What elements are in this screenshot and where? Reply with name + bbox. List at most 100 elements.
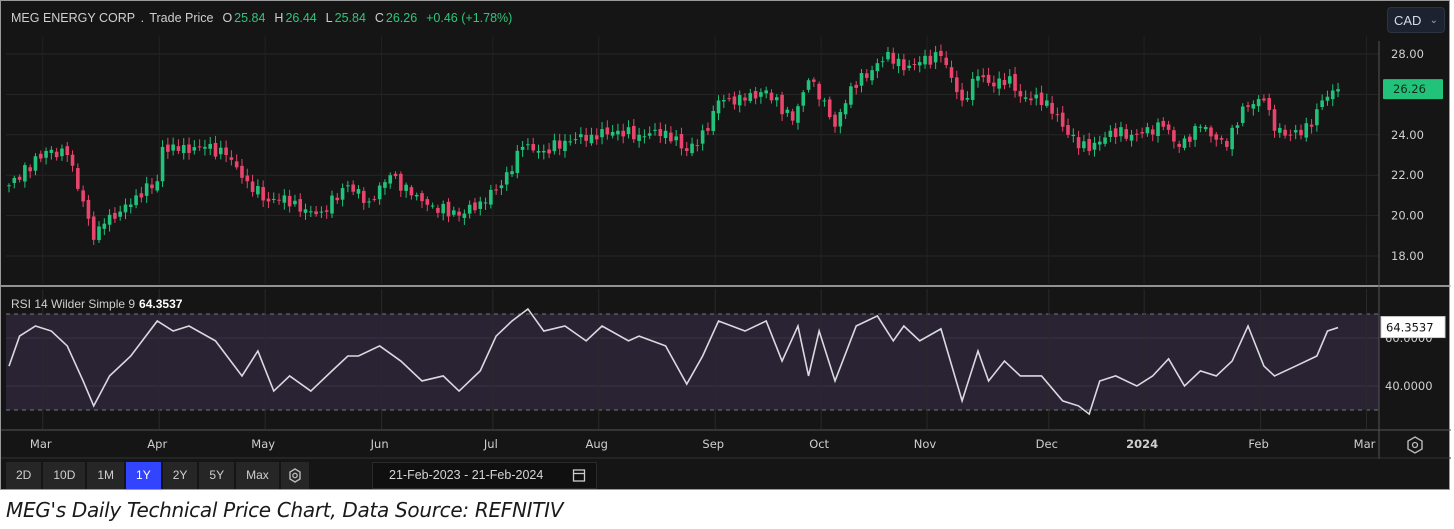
candle [266, 192, 271, 209]
range-1m-button[interactable]: 1M [87, 462, 125, 489]
candle [1097, 135, 1102, 151]
candle [663, 124, 668, 144]
candle [986, 67, 991, 86]
currency-select[interactable]: CAD ⌄ [1387, 7, 1445, 33]
range-2y-button[interactable]: 2Y [162, 462, 198, 489]
candle [1002, 72, 1007, 90]
candle [499, 179, 504, 196]
candle-body [759, 92, 763, 97]
range-2d-button[interactable]: 2D [6, 462, 42, 489]
candle-body [520, 146, 525, 150]
candle-body [250, 181, 255, 192]
candle-body [1007, 76, 1012, 84]
candle [28, 164, 32, 179]
candle-body [12, 177, 17, 183]
candle [594, 128, 599, 145]
date-from: 21-Feb-2023 [389, 468, 461, 482]
candle [801, 89, 806, 112]
candle [1262, 94, 1266, 103]
range-max-button[interactable]: Max [236, 462, 279, 489]
candle-body [637, 134, 641, 141]
candle [859, 69, 864, 93]
candle-body [1097, 141, 1102, 145]
candle-body [854, 84, 858, 88]
candle [303, 203, 308, 220]
candle-body [271, 198, 276, 200]
candle [12, 175, 17, 189]
candle-body [1119, 127, 1123, 137]
range-settings-button[interactable] [280, 462, 309, 489]
candle-body [1187, 136, 1192, 142]
candle [827, 96, 832, 120]
range-1y-button[interactable]: 1Y [126, 462, 161, 489]
candle [1330, 84, 1335, 107]
axis-settings-icon[interactable] [1407, 436, 1423, 454]
candle [97, 221, 101, 243]
candle [526, 138, 530, 151]
candle [160, 140, 165, 188]
candle-body [616, 130, 620, 135]
candle [817, 81, 821, 107]
candle [785, 106, 790, 117]
candle [970, 71, 975, 106]
time-tick-label: May [251, 437, 275, 451]
candle [144, 176, 149, 203]
candle [1018, 84, 1023, 103]
candle-body [785, 109, 790, 113]
candle-body [1166, 124, 1171, 130]
candle-body [399, 173, 403, 191]
candle-body [197, 146, 202, 148]
candle [997, 71, 1001, 96]
range-10d-button[interactable]: 10D [43, 462, 86, 489]
candle [1087, 132, 1091, 156]
candle-body [563, 140, 567, 152]
range-5y-button[interactable]: 5Y [199, 462, 235, 489]
candle-body [632, 125, 636, 140]
candle-body [552, 140, 557, 152]
candle-body [1309, 124, 1314, 127]
candle [1150, 125, 1155, 142]
candle-body [1076, 137, 1081, 149]
candle-body [420, 193, 424, 202]
candle [203, 139, 207, 156]
candle-body [1050, 102, 1054, 114]
candle-body [1256, 99, 1261, 107]
candle-body [489, 189, 493, 205]
high-label: H [274, 11, 284, 25]
candle [1045, 93, 1049, 108]
candle-body [1336, 89, 1340, 92]
date-range-picker[interactable]: 21-Feb-2023 - 21-Feb-2024 [372, 462, 597, 489]
candle [1060, 106, 1065, 132]
candle [361, 187, 366, 210]
candle-body [414, 194, 419, 197]
candle-body [1246, 105, 1250, 107]
candle-body [1262, 98, 1266, 101]
candle-body [610, 131, 615, 136]
candle-body [859, 73, 864, 86]
candle [319, 206, 324, 218]
candle-body [1161, 120, 1166, 127]
candle [271, 192, 276, 204]
chart-canvas[interactable]: 28.0026.0024.0022.0020.0018.0060.000040.… [1, 1, 1451, 491]
candle [1193, 123, 1197, 147]
candle [1198, 124, 1203, 133]
candle-body [642, 136, 647, 138]
candle [864, 69, 869, 82]
candle [849, 82, 853, 109]
date-separator: - [464, 468, 469, 482]
candle-body [113, 212, 117, 219]
candle-body [70, 154, 75, 166]
candle [1299, 124, 1303, 140]
candle [886, 47, 890, 62]
candle-body [531, 144, 536, 151]
open-value: 25.84 [234, 11, 266, 25]
candle [1246, 101, 1250, 112]
candle-body [737, 95, 742, 106]
candle-body [451, 210, 456, 215]
candle-body [711, 110, 716, 132]
candle [695, 139, 700, 152]
candle-body [314, 211, 318, 215]
candle [38, 150, 43, 163]
candle [1034, 87, 1039, 106]
candle [902, 53, 906, 76]
